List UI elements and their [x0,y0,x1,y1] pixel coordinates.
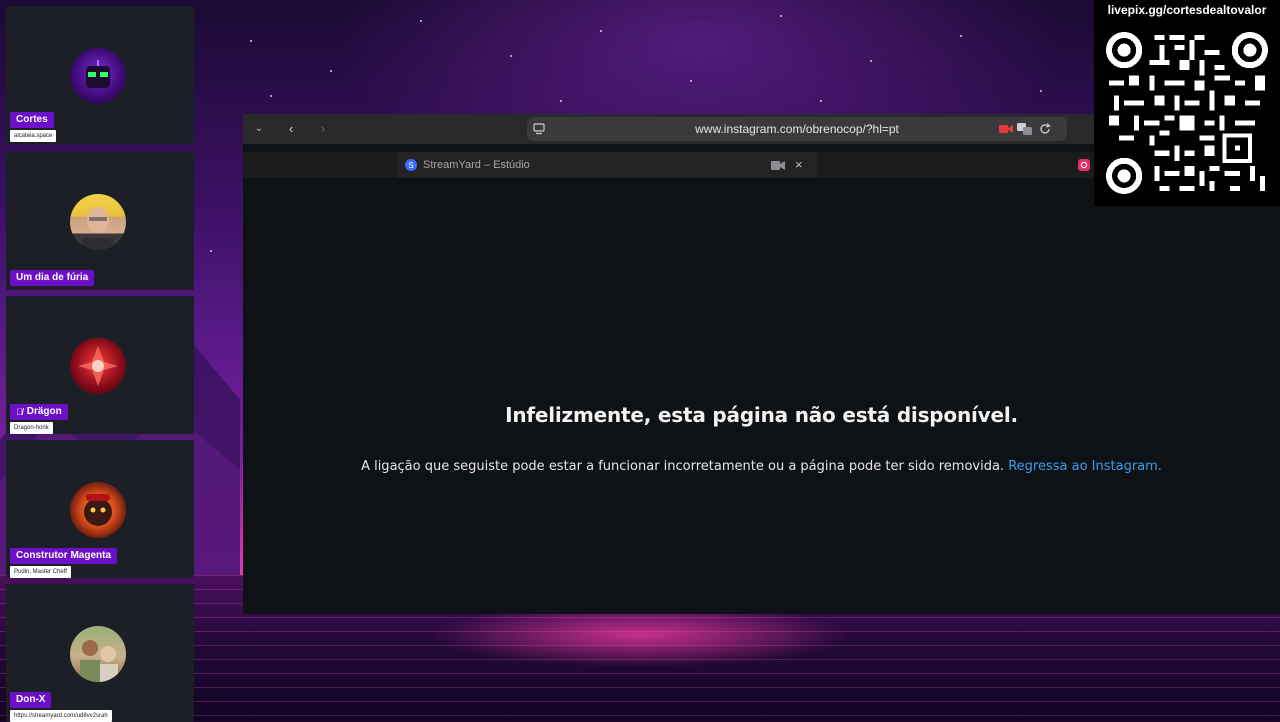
donation-url: livepix.gg/cortesdealtovalor [1107,3,1267,17]
avatar [70,626,126,682]
tab-list-chevron-icon[interactable]: ⌄ [251,119,267,139]
person-avatar-icon [82,207,114,250]
participant-tile[interactable]: Construtor Magenta Pudin, Master Cheff [6,440,194,578]
avatar [70,194,126,250]
participant-tile[interactable]: Don-X https://streamyard.com/ud8vv2srah [6,584,194,722]
participant-subtitle: alcateia.space [10,130,57,142]
address-bar[interactable]: www.instagram.com/obrenocop/?hl=pt [527,117,1067,141]
participant-name: Drägon [26,406,62,417]
tab-close-icon[interactable]: × [795,152,803,178]
error-title: Infelizmente, esta página não está dispo… [505,403,1018,427]
camera-recording-icon[interactable] [999,124,1013,134]
qr-code-icon [1104,30,1270,196]
mic-muted-icon: 🎙̸ [16,407,23,417]
participant-name-tag: 🎙̸ Drägon [10,404,68,420]
translate-icon[interactable] [1017,122,1033,136]
avatar [70,338,126,394]
donation-qr-overlay: livepix.gg/cortesdealtovalor [1094,0,1280,206]
back-to-instagram-link[interactable]: Regressa ao Instagram. [1008,459,1162,474]
participant-subtitle: Pudin, Master Cheff [10,566,71,578]
participant-name: Um dia de fúria [10,270,95,286]
participant-name: Construtor Magenta [10,548,117,564]
reload-icon[interactable] [1039,123,1051,135]
participant-tile[interactable]: Um dia de fúria [6,152,194,290]
instagram-favicon-icon[interactable] [1078,159,1090,171]
error-message-line: A ligação que seguiste pode estar a func… [243,459,1280,474]
people-avatar-icon [80,640,118,682]
tab-title[interactable]: StreamYard – Estúdio [423,152,530,178]
robot-avatar-icon [86,60,110,88]
svg-text:S: S [408,161,413,170]
bear-avatar-icon [84,494,112,526]
participant-name: Don-X [10,692,52,708]
url-text[interactable]: www.instagram.com/obrenocop/?hl=pt [527,117,1067,141]
streamyard-favicon-icon: S [405,159,417,171]
error-message: A ligação que seguiste pode estar a func… [361,459,1005,474]
participant-subtitle: Dragon-honk [10,422,53,434]
participant-tile[interactable]: Cortes alcateia.space [6,6,194,144]
video-camera-icon [771,161,785,170]
avatar [70,482,126,538]
participant-subtitle: https://streamyard.com/ud8vv2srah [10,710,112,722]
dragon-avatar-icon [78,346,118,386]
participant-tile[interactable]: 🎙̸ Drägon Dragon-honk [6,296,194,434]
participants-column: Cortes alcateia.space Um dia de fúria 🎙̸… [6,6,194,722]
back-arrow-icon[interactable]: ‹ [281,119,301,139]
instagram-error-page: Infelizmente, esta página não está dispo… [243,178,1280,614]
forward-arrow-icon[interactable]: › [313,119,333,139]
participant-name: Cortes [10,112,54,128]
avatar [70,48,126,104]
